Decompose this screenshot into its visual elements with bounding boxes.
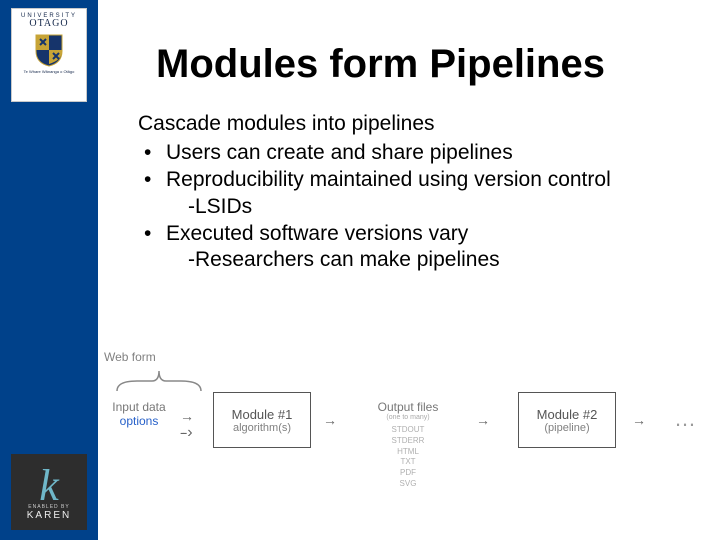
arrow-icon	[180, 408, 194, 424]
module-2-title: Module #2	[537, 407, 598, 422]
bullet-text: Users can create and share pipelines	[166, 141, 513, 164]
karen-logo: k ENABLED BY KAREN	[11, 454, 87, 530]
bullet-text: Reproducibility maintained using version…	[166, 168, 611, 191]
slide-content: Modules form Pipelines Cascade modules i…	[98, 0, 720, 540]
bullet-item: Reproducibility maintained using version…	[144, 167, 690, 221]
slide-body: Cascade modules into pipelines Users can…	[138, 111, 690, 274]
pipeline-diagram: Web form Input data options Module #1 al…	[98, 350, 712, 510]
slide-lead: Cascade modules into pipelines	[138, 111, 690, 138]
bullet-subline: -LSIDs	[166, 194, 690, 221]
bullet-subline: -Researchers can make pipelines	[166, 247, 690, 274]
bullet-item: Executed software versions vary -Researc…	[144, 221, 690, 275]
output-block: Output files (one to many) STDOUT STDERR…	[358, 400, 458, 490]
otago-shield-icon	[34, 33, 64, 67]
karen-k-icon: k	[39, 464, 59, 508]
bullet-text: Executed software versions vary	[166, 222, 468, 245]
module-2-subtitle: (pipeline)	[544, 422, 589, 434]
format-item: SVG	[358, 479, 458, 490]
otago-logo-strap: Te Whare Wānanga o Otāgo	[24, 70, 75, 74]
input-block: Input data options	[104, 400, 174, 428]
arrow-icon	[323, 412, 337, 428]
webform-label: Web form	[104, 350, 156, 364]
input-data-label: Input data	[104, 400, 174, 414]
module-1-box: Module #1 algorithm(s)	[213, 392, 311, 448]
brace-icon	[114, 368, 204, 394]
output-count: (one to many)	[358, 414, 458, 421]
ellipsis-label: …	[674, 406, 698, 432]
output-title: Output files	[358, 400, 458, 414]
bullet-list: Users can create and share pipelines Rep…	[138, 140, 690, 274]
module-1-title: Module #1	[232, 407, 293, 422]
karen-name-label: KAREN	[27, 510, 71, 521]
module-2-box: Module #2 (pipeline)	[518, 392, 616, 448]
arrow-icon	[476, 412, 490, 428]
module-1-subtitle: algorithm(s)	[233, 422, 291, 434]
dashed-arrow-icon	[180, 424, 191, 442]
format-item: STDERR	[358, 436, 458, 447]
format-item: TXT	[358, 457, 458, 468]
format-item: STDOUT	[358, 425, 458, 436]
options-label: options	[104, 414, 174, 428]
otago-logo: UNIVERSITY OTAGO Te Whare Wānanga o Otāg…	[11, 8, 87, 102]
output-formats: STDOUT STDERR HTML TXT PDF SVG	[358, 425, 458, 490]
bullet-item: Users can create and share pipelines	[144, 140, 690, 167]
format-item: PDF	[358, 468, 458, 479]
format-item: HTML	[358, 447, 458, 458]
sidebar: UNIVERSITY OTAGO Te Whare Wānanga o Otāg…	[0, 0, 98, 540]
slide-title: Modules form Pipelines	[156, 42, 720, 87]
arrow-icon	[632, 412, 646, 428]
otago-logo-line2: OTAGO	[29, 18, 68, 29]
